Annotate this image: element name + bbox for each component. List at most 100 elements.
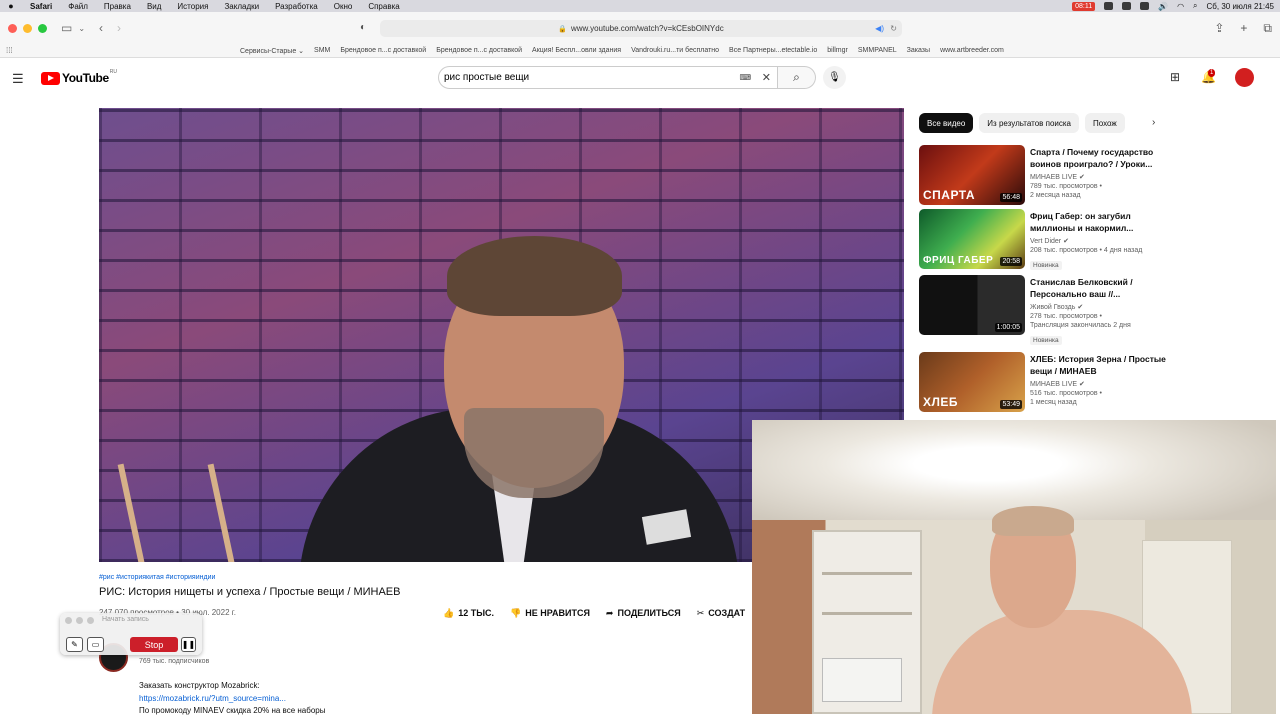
related-video-item[interactable]: ХЛЕБ 53:49 ХЛЕБ: История Зерна / Простые…	[919, 352, 1169, 414]
back-icon[interactable]: ‹	[99, 21, 103, 35]
search-icon: ⌕	[793, 70, 800, 84]
menu-history[interactable]: История	[169, 2, 216, 11]
bookmark-item[interactable]: Брендовое п...с доставкой	[340, 47, 426, 55]
pause-recording-button[interactable]: ❚❚	[181, 637, 196, 652]
like-button[interactable]: 👍 12 ТЫС.	[443, 608, 494, 619]
webcam-scene	[822, 612, 912, 615]
youtube-logo[interactable]: YouTube RU	[41, 69, 117, 85]
related-video-title[interactable]: Станислав Белковский / Персонально ваш /…	[1030, 276, 1170, 300]
menu-help[interactable]: Справка	[360, 2, 407, 11]
bookmark-item[interactable]: Акция! Беспл...овли здания	[532, 47, 621, 55]
volume-icon[interactable]: 🔊	[1158, 2, 1168, 11]
recorder-close-button[interactable]	[65, 617, 72, 624]
forward-icon[interactable]: ›	[117, 21, 121, 35]
apple-menu-icon[interactable]: ●	[0, 1, 22, 11]
address-bar[interactable]: 🔒 www.youtube.com/watch?v=kCEsbOINYdc ◀)…	[380, 20, 902, 37]
dislike-button[interactable]: 👎 НЕ НРАВИТСЯ	[510, 608, 590, 619]
account-avatar[interactable]	[1235, 68, 1254, 87]
tray-app-icon[interactable]	[1104, 2, 1114, 10]
channel-name-text: МИНАЕВ LIVE	[1030, 174, 1078, 181]
share-label: ПОДЕЛИТЬСЯ	[617, 608, 681, 618]
video-thumbnail[interactable]: 1:00:05	[919, 275, 1025, 335]
pen-tool-button[interactable]: ✎	[66, 637, 83, 652]
youtube-play-icon	[41, 71, 60, 85]
audio-playing-icon[interactable]: ◀)	[875, 24, 884, 33]
share-button[interactable]: ➦ ПОДЕЛИТЬСЯ	[606, 608, 681, 619]
related-video-title[interactable]: ХЛЕБ: История Зерна / Простые вещи / МИН…	[1030, 353, 1170, 377]
video-hashtags[interactable]: #рис #историякитая #историяиндии	[99, 574, 215, 581]
chevron-down-icon[interactable]: ⌄	[78, 24, 85, 33]
video-thumbnail[interactable]: ФРИЦ ГАБЕР 20:58	[919, 209, 1025, 269]
screen-recorder-widget: Начать запись ✎ ▭ Stop ❚❚	[60, 613, 202, 655]
reload-icon[interactable]: ↻	[890, 24, 897, 33]
related-channel-name[interactable]: МИНАЕВ LIVE ✔	[1030, 173, 1170, 181]
related-video-item[interactable]: 1:00:05 Станислав Белковский / Персональ…	[919, 275, 1170, 345]
video-duration: 56:48	[1000, 193, 1022, 202]
create-label: СОЗДАТ	[708, 608, 746, 618]
bookmark-item[interactable]: billmgr	[827, 47, 848, 55]
related-video-title[interactable]: Спарта / Почему государство воинов проиг…	[1030, 146, 1170, 170]
create-clip-button[interactable]: ✂ СОЗДАТ	[697, 608, 745, 619]
chip-all-videos[interactable]: Все видео	[919, 113, 974, 133]
bookmark-item[interactable]: Брендовое п...с доставкой	[436, 47, 522, 55]
favorites-grid-icon[interactable]: ⁞⁞⁞	[6, 46, 13, 55]
related-video-title[interactable]: Фриц Габер: он загубил миллионы и накорм…	[1030, 210, 1170, 234]
rectangle-tool-button[interactable]: ▭	[87, 637, 104, 652]
menu-window[interactable]: Окно	[326, 2, 361, 11]
recording-timer[interactable]: 08:11	[1072, 1, 1096, 11]
bookmark-item[interactable]: Vandrouki.ru...ти бесплатно	[631, 47, 719, 55]
related-video-item[interactable]: ФРИЦ ГАБЕР 20:58 Фриц Габер: он загубил …	[919, 209, 1169, 271]
sidebar-toggle-icon[interactable]: ▭	[61, 21, 72, 35]
stop-recording-button[interactable]: Stop	[130, 637, 178, 652]
chevron-right-icon[interactable]: ›	[1152, 117, 1155, 128]
tray-app-icon[interactable]	[1140, 2, 1150, 10]
search-query: рис простые вещи	[444, 72, 530, 83]
new-tab-icon[interactable]: +	[1240, 21, 1247, 36]
share-icon[interactable]: ⇪	[1214, 21, 1224, 36]
menubar-clock[interactable]: Сб, 30 июля 21:45	[1207, 2, 1274, 11]
privacy-shield-icon[interactable]: ◐	[360, 22, 366, 33]
menu-view[interactable]: Вид	[139, 2, 169, 11]
microphone-icon: 🎙	[828, 72, 841, 83]
tray-app-icon[interactable]	[1122, 2, 1132, 10]
related-video-item[interactable]: СПАРТА 56:48 Спарта / Почему государство…	[919, 145, 1169, 207]
menu-edit[interactable]: Правка	[96, 2, 139, 11]
search-button[interactable]: ⌕	[778, 66, 816, 89]
menu-safari[interactable]: Safari	[22, 2, 60, 11]
video-frame-detail	[447, 236, 622, 316]
minimize-window-button[interactable]	[23, 23, 32, 33]
bookmark-item[interactable]: Сервисы-Старые ⌄	[240, 47, 304, 55]
new-badge: Новинка	[1030, 336, 1062, 345]
spotlight-icon[interactable]: ⌕	[1193, 1, 1197, 11]
menu-hamburger-icon[interactable]: ☰	[12, 71, 24, 87]
voice-search-button[interactable]: 🎙	[823, 66, 846, 89]
recorder-zoom-button[interactable]	[87, 617, 94, 624]
wifi-icon[interactable]: ◠	[1177, 2, 1184, 11]
bookmark-item[interactable]: Заказы	[907, 47, 930, 55]
youtube-header: ☰ YouTube RU рис простые вещи ⌨ ✕ ⌕ 🎙 ⊞ …	[0, 59, 1280, 97]
create-video-icon[interactable]: ⊞	[1170, 70, 1180, 84]
related-channel-name[interactable]: МИНАЕВ LIVE ✔	[1030, 380, 1170, 388]
chip-similar[interactable]: Похож	[1085, 113, 1125, 133]
keyboard-icon[interactable]: ⌨	[739, 73, 751, 82]
menu-file[interactable]: Файл	[60, 2, 96, 11]
clear-search-icon[interactable]: ✕	[762, 71, 771, 84]
description-link[interactable]: https://mozabrick.ru/?utm_source=mina...	[139, 694, 286, 703]
bookmark-item[interactable]: Все Партнеры...etectable.io	[729, 47, 817, 55]
bookmark-item[interactable]: SMMPANEL	[858, 47, 897, 55]
chip-from-search[interactable]: Из результатов поиска	[979, 113, 1079, 133]
bookmark-item[interactable]: www.artbreeder.com	[940, 47, 1004, 55]
menu-bookmarks[interactable]: Закладки	[216, 2, 267, 11]
video-thumbnail[interactable]: ХЛЕБ 53:49	[919, 352, 1025, 412]
menu-develop[interactable]: Разработка	[267, 2, 326, 11]
zoom-window-button[interactable]	[38, 23, 47, 33]
related-channel-name[interactable]: Живой Гвоздь ✔	[1030, 303, 1170, 311]
close-window-button[interactable]	[8, 23, 17, 33]
video-thumbnail[interactable]: СПАРТА 56:48	[919, 145, 1025, 205]
tab-overview-icon[interactable]: ⧉	[1263, 21, 1272, 36]
related-channel-name[interactable]: Vert Dider ✔	[1030, 237, 1170, 245]
recorder-minimize-button[interactable]	[76, 617, 83, 624]
search-input[interactable]: рис простые вещи ⌨ ✕	[438, 66, 778, 89]
bookmark-item[interactable]: SMM	[314, 47, 330, 55]
recorder-title: Начать запись	[102, 616, 149, 623]
